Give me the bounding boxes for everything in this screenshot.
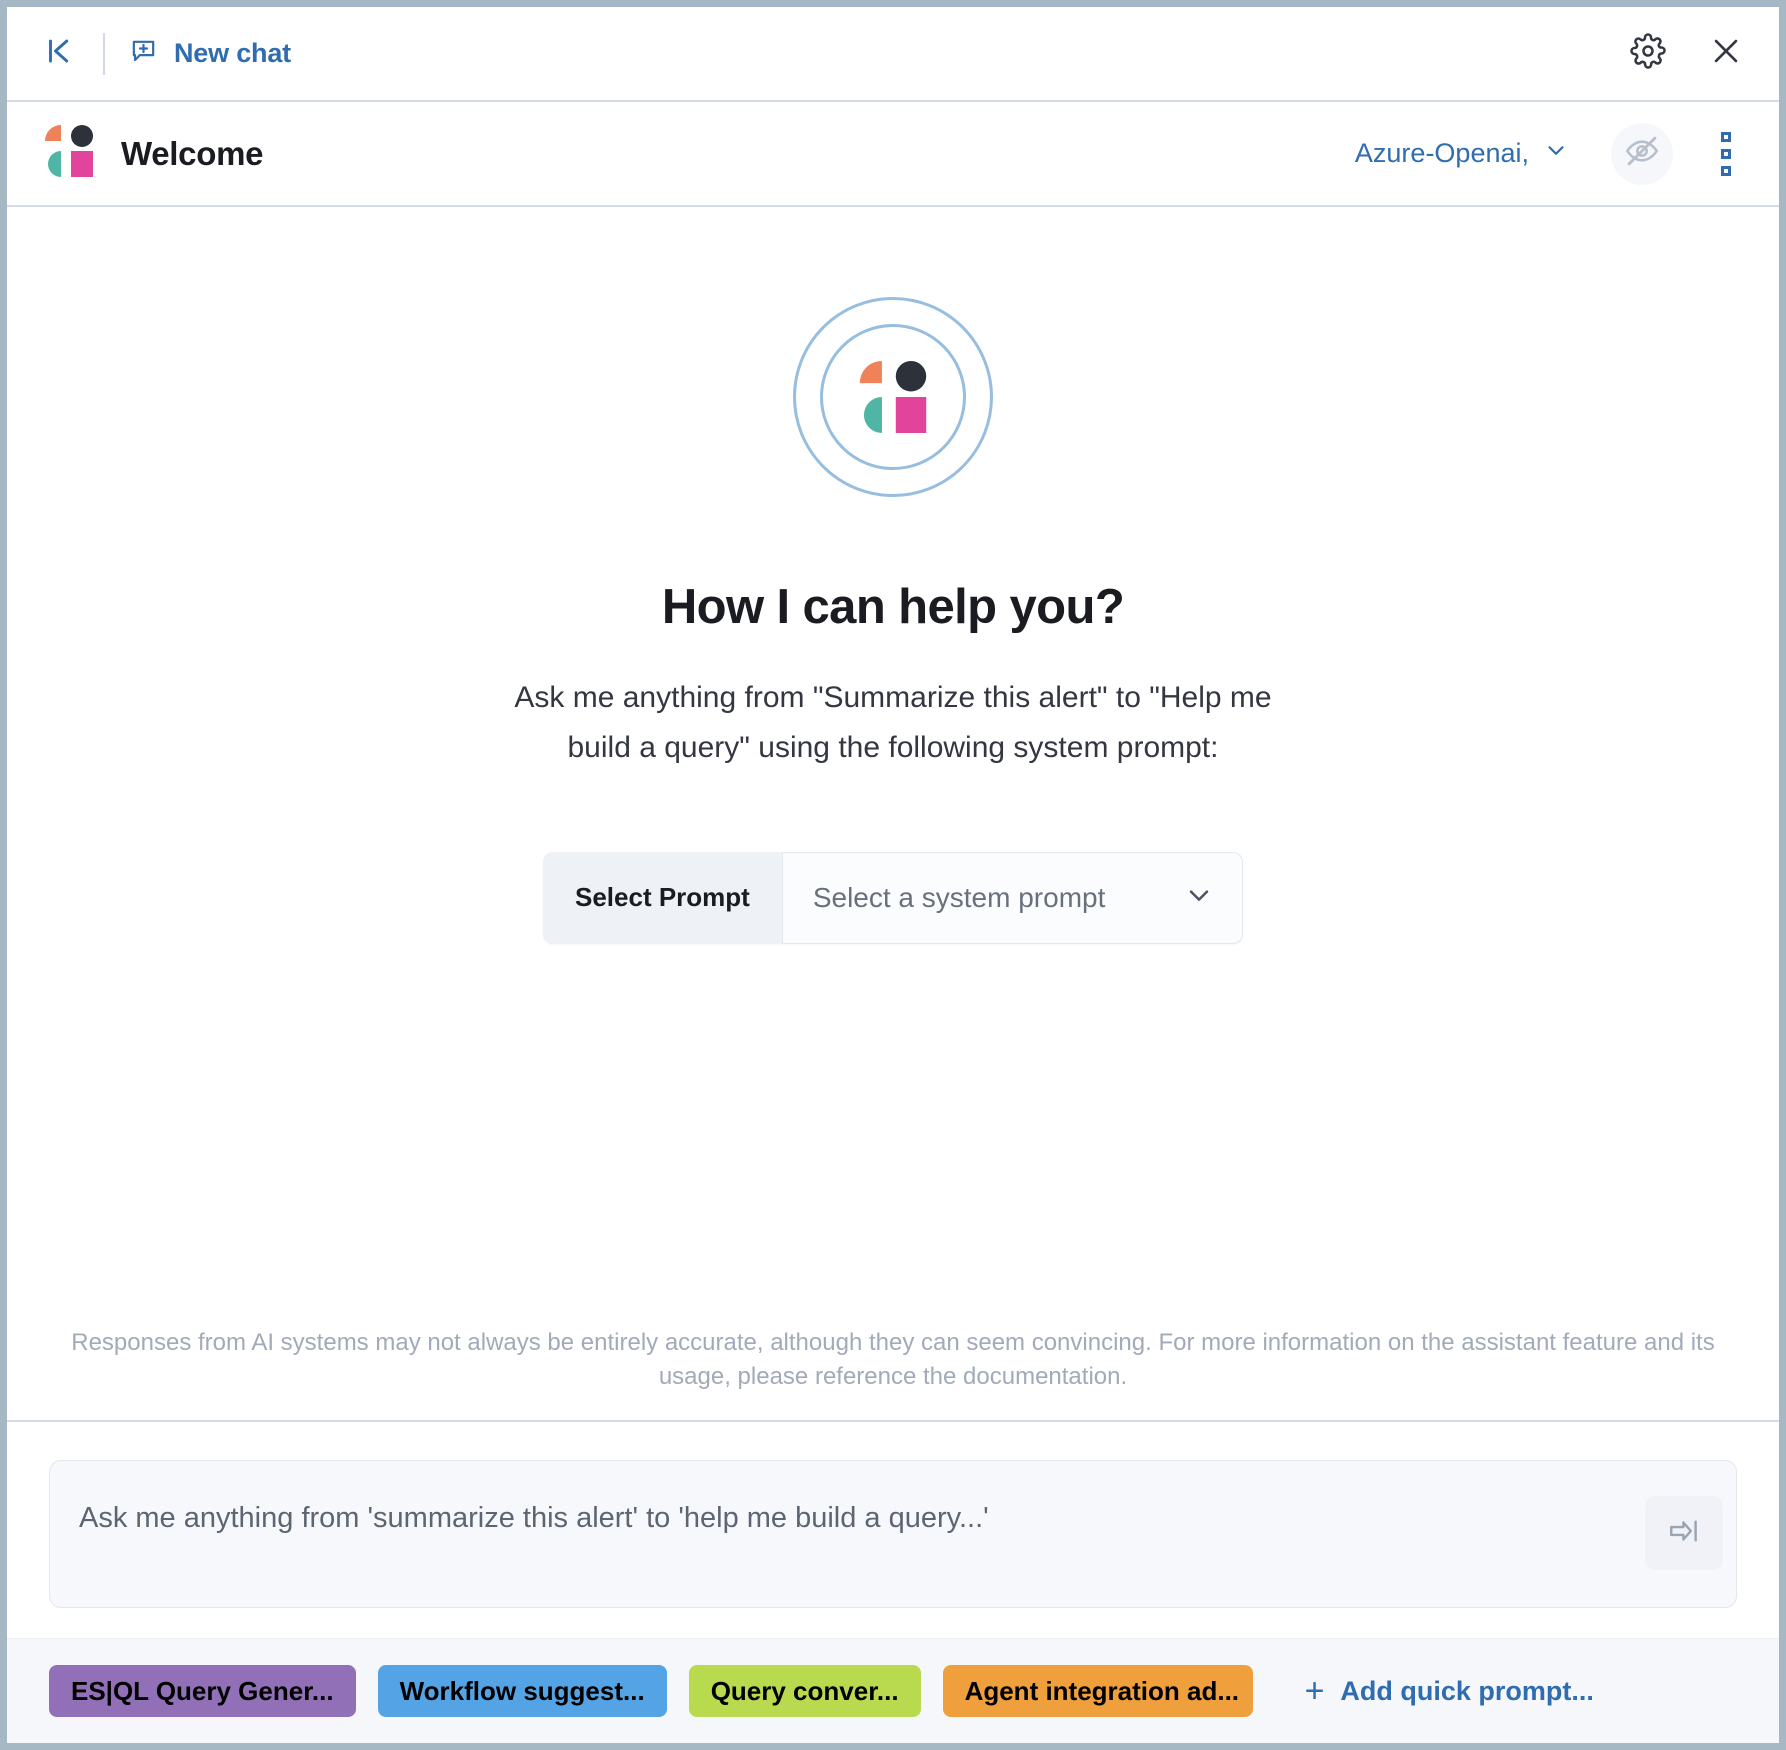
elastic-ai-assistant-logo-rings [793, 297, 993, 497]
chevron-down-icon [1543, 137, 1569, 170]
plus-icon: + [1304, 1672, 1325, 1710]
ai-disclaimer: Responses from AI systems may not always… [71, 1328, 1715, 1390]
quick-prompts-bar: ES|QL Query Gener... Workflow suggest...… [7, 1638, 1779, 1743]
add-quick-prompt-label: Add quick prompt... [1340, 1675, 1594, 1706]
empty-state-title: How I can help you? [661, 580, 1125, 634]
quick-prompt-3[interactable]: Agent integration ad... [942, 1665, 1253, 1717]
settings-button[interactable] [1625, 31, 1671, 77]
vertical-dots-icon-dot-1 [1721, 131, 1731, 142]
close-icon [1709, 34, 1743, 73]
system-prompt-label: Select Prompt [543, 851, 783, 944]
vertical-dots-icon-dot-2 [1721, 148, 1731, 159]
new-chat-button[interactable]: New chat [129, 37, 291, 71]
quick-prompt-1[interactable]: Workflow suggest... [377, 1665, 667, 1717]
add-quick-prompt-button[interactable]: + Add quick prompt... [1305, 1674, 1594, 1708]
system-prompt-combobox[interactable]: Select a system prompt [783, 852, 1243, 944]
toolbar-divider [103, 32, 105, 75]
system-prompt-placeholder: Select a system prompt [812, 881, 1106, 913]
close-button[interactable] [1703, 31, 1749, 77]
top-bar-right [1625, 31, 1749, 77]
conversation-area: How I can help you? Ask me anything from… [7, 207, 1779, 1420]
header-actions: Azure-Openai, [1355, 122, 1749, 185]
assistant-menu-button[interactable] [1703, 126, 1749, 182]
chevron-down-icon [1183, 879, 1215, 916]
send-button[interactable] [1645, 1496, 1723, 1570]
quick-prompt-0[interactable]: ES|QL Query Gener... [49, 1665, 356, 1717]
assistant-brand: Welcome [45, 125, 263, 182]
collapse-left-icon [43, 36, 73, 71]
collapse-panel-button[interactable] [35, 31, 81, 77]
vertical-dots-icon-dot-3 [1721, 165, 1731, 176]
toggle-anonymized-values-button[interactable] [1611, 122, 1673, 185]
top-bar-left: New chat [35, 31, 291, 77]
connector-label: Azure-Openai, [1354, 138, 1529, 168]
eye-off-icon [1624, 133, 1660, 174]
top-bar: New chat [7, 7, 1779, 102]
empty-state-subtitle: Ask me anything from "Summarize this ale… [514, 681, 1272, 765]
new-comment-icon [129, 37, 158, 71]
system-prompt-selector: Select Prompt Select a system prompt [543, 851, 1243, 944]
new-chat-label: New chat [174, 38, 291, 68]
submit-arrow-icon [1667, 1514, 1701, 1553]
prompt-textarea-placeholder: Ask me anything from 'summarize this ale… [79, 1502, 989, 1534]
elastic-ai-assistant-logo [45, 125, 93, 182]
assistant-header: Welcome Azure-Openai, [7, 102, 1779, 207]
empty-state: How I can help you? Ask me anything from… [7, 207, 1779, 944]
ai-assistant-window: New chat Welcome Azure-Openai, How I can… [0, 0, 1786, 1750]
prompt-input-area: Ask me anything from 'summarize this ale… [7, 1420, 1779, 1638]
gear-icon [1630, 33, 1666, 74]
page-title: Welcome [121, 134, 264, 172]
connector-selector[interactable]: Azure-Openai, [1355, 137, 1569, 170]
prompt-textarea-wrapper[interactable]: Ask me anything from 'summarize this ale… [49, 1460, 1737, 1608]
quick-prompt-2[interactable]: Query conver... [688, 1665, 921, 1717]
